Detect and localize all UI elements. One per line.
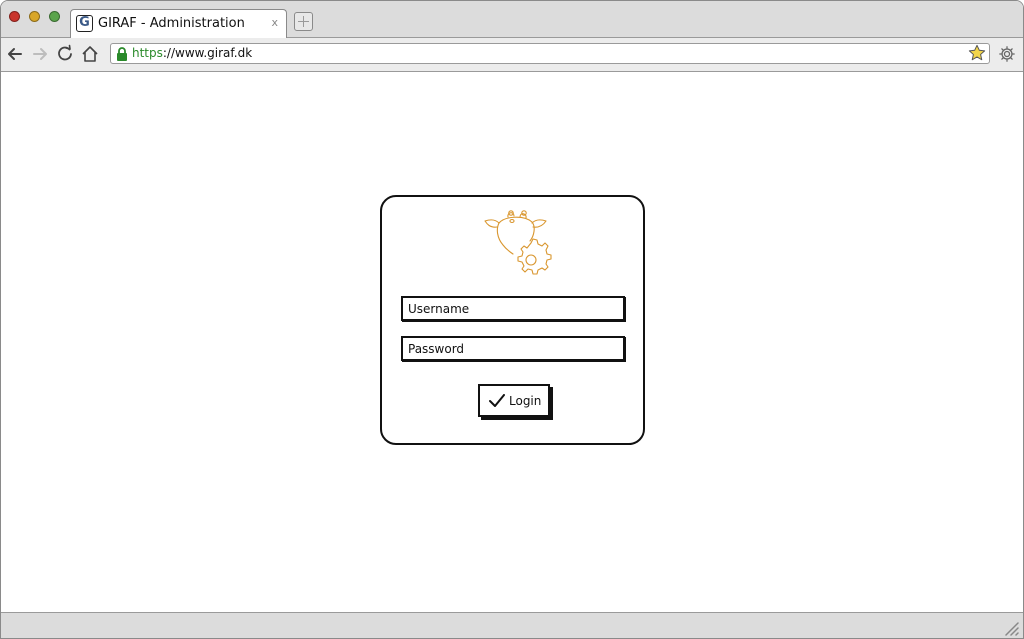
minimize-window-button[interactable] xyxy=(29,11,40,22)
status-bar xyxy=(1,612,1023,638)
url-host: ://www.giraf.dk xyxy=(162,46,253,60)
title-bar: G GIRAF - Administration x xyxy=(1,1,1023,38)
gear-icon[interactable] xyxy=(998,45,1016,63)
browser-tab[interactable]: G GIRAF - Administration x xyxy=(70,9,287,38)
star-icon[interactable] xyxy=(968,44,986,62)
lock-icon xyxy=(117,47,127,61)
close-window-button[interactable] xyxy=(9,11,20,22)
address-bar[interactable]: https://www.giraf.dk xyxy=(110,43,990,64)
giraf-logo xyxy=(484,210,552,275)
checkmark-icon xyxy=(489,394,505,407)
page-content: Login xyxy=(1,72,1023,612)
new-tab-button[interactable] xyxy=(294,12,313,31)
navigation-toolbar: https://www.giraf.dk xyxy=(1,38,1023,72)
browser-window: G GIRAF - Administration x https://www.g… xyxy=(0,0,1024,639)
password-field[interactable] xyxy=(401,336,625,361)
arrow-left-icon[interactable] xyxy=(5,44,25,64)
url-scheme: https xyxy=(132,46,163,60)
username-input[interactable] xyxy=(403,298,623,319)
tab-close-button[interactable]: x xyxy=(271,16,278,29)
login-button[interactable]: Login xyxy=(478,384,550,417)
resize-grip-icon[interactable] xyxy=(1003,620,1019,636)
username-field[interactable] xyxy=(401,296,625,321)
maximize-window-button[interactable] xyxy=(49,11,60,22)
reload-icon[interactable] xyxy=(55,44,75,64)
favicon-icon: G xyxy=(76,15,93,32)
password-input[interactable] xyxy=(403,338,623,359)
tab-title: GIRAF - Administration xyxy=(98,16,245,31)
url-text: https://www.giraf.dk xyxy=(132,46,252,60)
home-icon[interactable] xyxy=(80,44,100,64)
arrow-right-icon[interactable] xyxy=(30,44,50,64)
login-button-label: Login xyxy=(509,394,542,408)
login-panel: Login xyxy=(380,195,645,445)
